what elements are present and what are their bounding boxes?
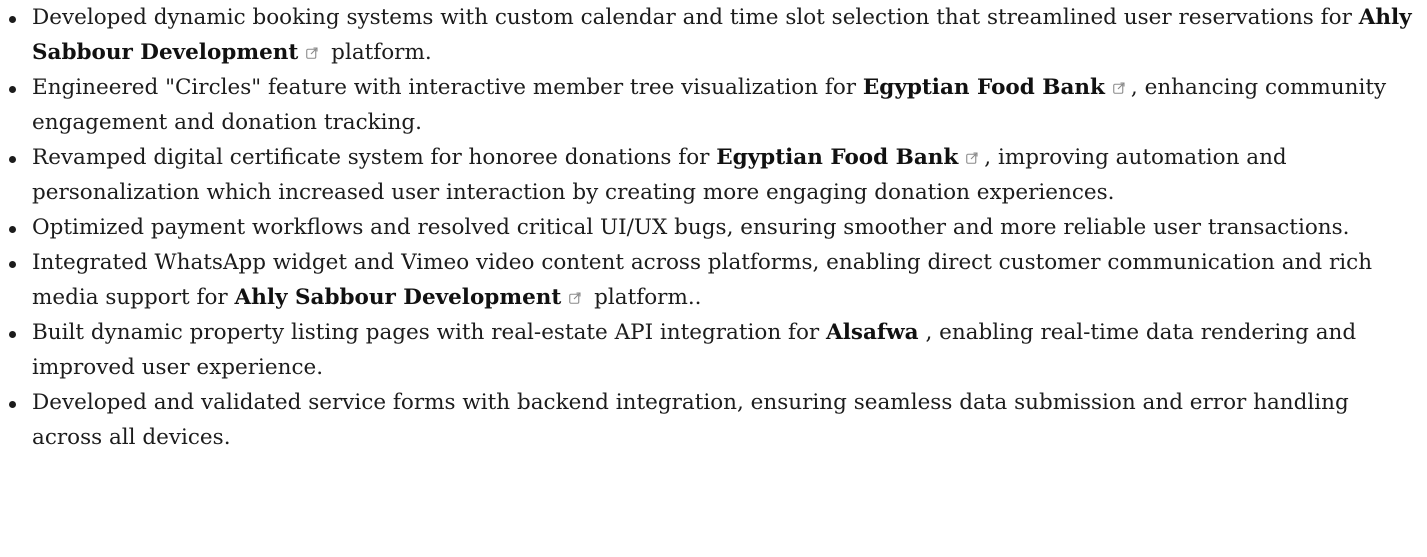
external-link-icon [306, 47, 318, 59]
bullet-item: Revamped digital certificate system for … [9, 140, 1412, 210]
bullet-text: Integrated WhatsApp widget and Vimeo vid… [32, 250, 1373, 310]
company-name: Egyptian Food Bank [716, 145, 959, 170]
company-link[interactable]: Egyptian Food Bank [716, 145, 984, 170]
company-link[interactable]: Egyptian Food Bank [863, 75, 1131, 100]
bullet-text: Developed dynamic booking systems with c… [32, 5, 1359, 30]
company-link[interactable]: Ahly Sabbour Development [235, 285, 588, 310]
bullet-item: Engineered "Circles" feature with intera… [9, 70, 1412, 140]
external-link-icon [1113, 82, 1125, 94]
bullet-item: Built dynamic property listing pages wit… [9, 315, 1412, 385]
experience-bullet-list: Developed dynamic booking systems with c… [0, 0, 1427, 455]
company-name: Ahly Sabbour Development [234, 285, 562, 310]
bullet-text: Engineered "Circles" feature with intera… [32, 75, 863, 100]
bullet-text: Developed and validated service forms wi… [32, 390, 1349, 450]
bullet-item: Optimized payment workflows and resolved… [9, 210, 1412, 245]
company-name: Egyptian Food Bank [862, 75, 1105, 100]
bullet-item: Integrated WhatsApp widget and Vimeo vid… [9, 245, 1412, 315]
bullet-text: Built dynamic property listing pages wit… [32, 320, 827, 345]
external-link-icon [569, 292, 581, 304]
bullet-text: Optimized payment workflows and resolved… [32, 215, 1350, 240]
bullet-text: platform.. [587, 285, 702, 310]
bullet-text: Revamped digital certificate system for … [32, 145, 717, 170]
bullet-item: Developed dynamic booking systems with c… [9, 0, 1412, 70]
bullet-text: platform. [324, 40, 432, 65]
bullet-item: Developed and validated service forms wi… [9, 385, 1412, 455]
company-name: Alsafwa [826, 320, 919, 345]
external-link-icon [966, 152, 978, 164]
